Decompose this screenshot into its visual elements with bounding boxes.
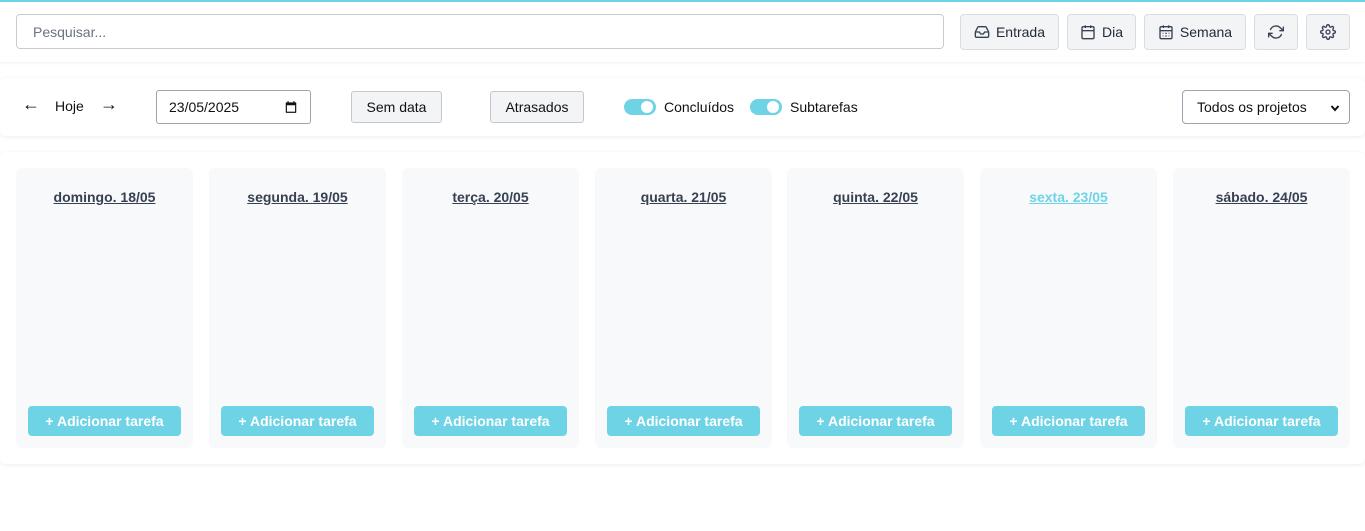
no-date-button[interactable]: Sem data (351, 91, 442, 123)
calendar-picker-icon[interactable] (284, 100, 298, 114)
week-view-label: Semana (1179, 24, 1233, 40)
search-input[interactable] (16, 14, 944, 49)
previous-week-arrow[interactable]: ← (22, 94, 40, 115)
refresh-button[interactable] (1254, 14, 1298, 50)
day-column: quarta. 21/05 + Adicionar tarefa (595, 168, 772, 448)
add-task-button[interactable]: + Adicionar tarefa (1185, 406, 1338, 436)
add-task-button[interactable]: + Adicionar tarefa (221, 406, 374, 436)
settings-button[interactable] (1306, 14, 1350, 50)
completed-toggle[interactable] (624, 99, 656, 115)
day-column: terça. 20/05 + Adicionar tarefa (402, 168, 579, 448)
week-board: domingo. 18/05 + Adicionar tarefa segund… (0, 152, 1365, 464)
inbox-button[interactable]: Entrada (960, 14, 1059, 50)
subtasks-toggle[interactable] (750, 99, 782, 115)
add-task-button[interactable]: + Adicionar tarefa (607, 406, 760, 436)
day-column: segunda. 19/05 + Adicionar tarefa (209, 168, 386, 448)
date-navigation-bar: ← Hoje → 23/05/2025 Sem data Atrasados C… (0, 78, 1365, 136)
day-title[interactable]: quinta. 22/05 (787, 189, 964, 205)
top-toolbar: Entrada Dia Semana (0, 2, 1365, 62)
day-view-label: Dia (1101, 24, 1123, 40)
add-task-button[interactable]: + Adicionar tarefa (28, 406, 181, 436)
day-title[interactable]: quarta. 21/05 (595, 189, 772, 205)
chevron-down-icon (1330, 105, 1340, 112)
calendar-week-icon (1159, 25, 1173, 40)
day-column: sábado. 24/05 + Adicionar tarefa (1173, 168, 1350, 448)
day-view-button[interactable]: Dia (1067, 14, 1136, 50)
project-select-value: Todos os projetos (1197, 99, 1307, 115)
inbox-icon (974, 26, 990, 38)
subtasks-label: Subtarefas (790, 99, 858, 115)
today-button[interactable]: Hoje (55, 98, 84, 114)
week-view-button[interactable]: Semana (1144, 14, 1246, 50)
date-input[interactable]: 23/05/2025 (156, 90, 311, 124)
add-task-button[interactable]: + Adicionar tarefa (799, 406, 952, 436)
day-column: quinta. 22/05 + Adicionar tarefa (787, 168, 964, 448)
day-column: domingo. 18/05 + Adicionar tarefa (16, 168, 193, 448)
overdue-button[interactable]: Atrasados (490, 91, 584, 123)
refresh-icon (1268, 25, 1284, 39)
day-title-today[interactable]: sexta. 23/05 (980, 189, 1157, 205)
completed-label: Concluídos (664, 99, 735, 115)
add-task-button[interactable]: + Adicionar tarefa (992, 406, 1145, 436)
next-week-arrow[interactable]: → (100, 94, 118, 115)
gear-icon (1320, 24, 1336, 40)
day-title[interactable]: terça. 20/05 (402, 189, 579, 205)
inbox-label: Entrada (995, 24, 1046, 40)
add-task-button[interactable]: + Adicionar tarefa (414, 406, 567, 436)
day-column-today: sexta. 23/05 + Adicionar tarefa (980, 168, 1157, 448)
day-title[interactable]: sábado. 24/05 (1173, 189, 1350, 205)
day-title[interactable]: domingo. 18/05 (16, 189, 193, 205)
day-title[interactable]: segunda. 19/05 (209, 189, 386, 205)
calendar-icon (1081, 25, 1095, 40)
project-select[interactable]: Todos os projetos (1182, 90, 1350, 124)
date-value: 23/05/2025 (169, 99, 240, 115)
